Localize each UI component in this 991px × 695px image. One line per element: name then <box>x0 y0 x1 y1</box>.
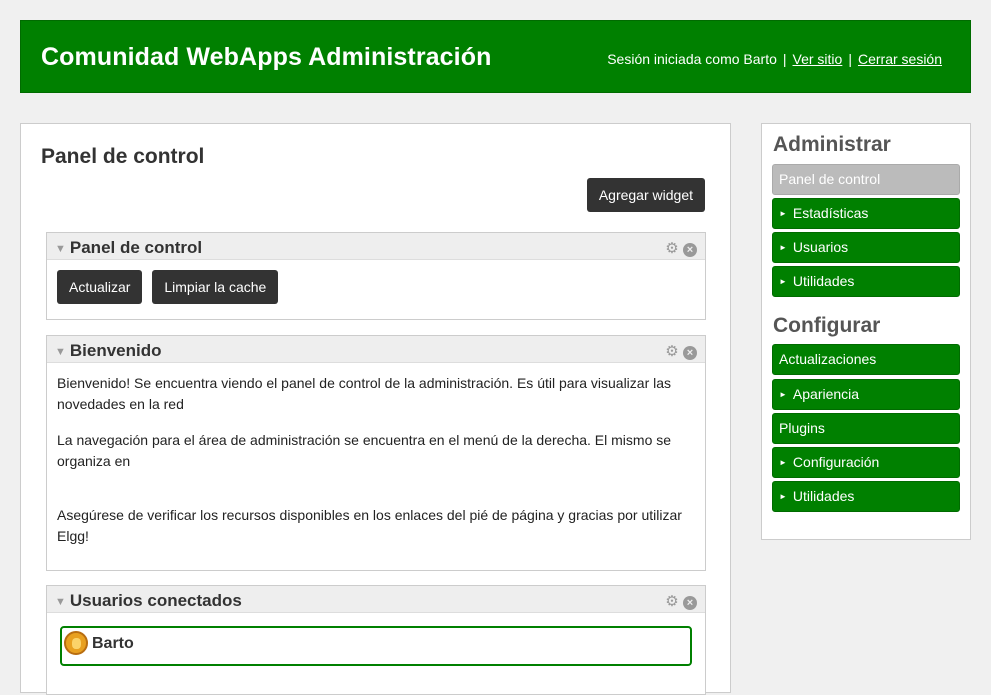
sidebar-item-utilities-config[interactable]: ► Utilidades <box>772 481 960 512</box>
expand-arrow-icon: ► <box>779 492 787 501</box>
expand-arrow-icon: ► <box>779 209 787 218</box>
sidebar-item-appearance[interactable]: ► Apariencia <box>772 379 960 410</box>
online-users-widget: ▼ Usuarios conectados ⚙ × Barto <box>46 585 706 695</box>
widget-title: ▼ Panel de control <box>55 238 202 258</box>
sidebar-item-label: Utilidades <box>792 488 855 504</box>
collapse-arrow-icon[interactable]: ▼ <box>55 243 66 255</box>
session-info: Sesión iniciada como Barto | Ver sitio | Cer… <box>607 51 942 67</box>
widget-header: ▼ Bienvenido ⚙ × <box>47 336 705 363</box>
admin-header: Comunidad WebApps Administración Sesión … <box>20 20 971 93</box>
configure-heading: Configurar <box>773 314 881 337</box>
welcome-widget: ▼ Bienvenido ⚙ × Bienvenido! Se encuentra … <box>46 335 706 571</box>
gear-icon[interactable]: ⚙ <box>665 241 679 256</box>
widget-title: ▼ Bienvenido <box>55 341 162 361</box>
sidebar-item-control-panel[interactable]: Panel de control <box>772 164 960 195</box>
page-title: Panel de control <box>41 145 205 168</box>
widget-body: Actualizar Limpiar la cache <box>47 260 705 314</box>
sidebar-item-label: Panel de control <box>779 171 881 187</box>
widget-header: ▼ Panel de control ⚙ × <box>47 233 705 260</box>
expand-arrow-icon: ► <box>779 390 787 399</box>
expand-arrow-icon: ► <box>779 243 787 252</box>
logout-link[interactable]: Cerrar sesión <box>858 51 942 67</box>
sidebar-item-updates[interactable]: Actualizaciones <box>772 344 960 375</box>
separator: | <box>848 51 852 67</box>
sidebar-item-statistics[interactable]: ► Estadísticas <box>772 198 960 229</box>
sidebar-item-utilities[interactable]: ► Utilidades <box>772 266 960 297</box>
widget-header: ▼ Usuarios conectados ⚙ × <box>47 586 705 613</box>
separator: | <box>782 51 787 67</box>
gear-icon[interactable]: ⚙ <box>665 594 679 609</box>
administer-heading: Administrar <box>773 133 891 156</box>
admin-sidebar: Administrar Panel de control ► Estadístic… <box>761 123 971 540</box>
sidebar-item-label: Estadísticas <box>792 205 869 221</box>
close-icon[interactable]: × <box>683 346 697 360</box>
add-widget-button[interactable]: Agregar widget <box>586 178 705 212</box>
welcome-paragraph: Asegúrese de verificar los recursos disp… <box>57 507 682 544</box>
sidebar-item-users[interactable]: ► Usuarios <box>772 232 960 263</box>
sidebar-item-configuration[interactable]: ► Configuración <box>772 447 960 478</box>
welcome-paragraph: Bienvenido! Se encuentra viendo el panel… <box>57 375 672 412</box>
widget-controls: ⚙ × <box>661 240 697 258</box>
site-title[interactable]: Comunidad WebApps Administración <box>41 43 491 72</box>
clear-cache-button[interactable]: Limpiar la cache <box>152 270 279 304</box>
expand-arrow-icon: ► <box>779 458 787 467</box>
gear-icon[interactable]: ⚙ <box>665 344 679 359</box>
widget-body: Bienvenido! Se encuentra viendo el panel… <box>47 363 705 572</box>
refresh-button[interactable]: Actualizar <box>57 270 143 304</box>
close-icon[interactable]: × <box>683 243 697 257</box>
widget-title: ▼ Usuarios conectados <box>55 591 242 611</box>
user-name[interactable]: Barto <box>92 633 134 654</box>
avatar[interactable] <box>64 631 88 655</box>
sidebar-item-label: Apariencia <box>792 386 860 402</box>
control-panel-widget: ▼ Panel de control ⚙ × Actualizar Limpiar … <box>46 232 706 320</box>
widget-controls: ⚙ × <box>661 593 697 611</box>
online-user[interactable]: Barto <box>60 626 692 666</box>
close-icon[interactable]: × <box>683 596 697 610</box>
sidebar-item-label: Configuración <box>792 454 880 470</box>
widget-body: Barto <box>47 613 705 676</box>
widget-title-text: Panel de control <box>69 238 203 257</box>
sidebar-item-label: Utilidades <box>792 273 855 289</box>
collapse-arrow-icon[interactable]: ▼ <box>55 346 66 358</box>
main-content: Panel de control Agregar widget ▼ Panel d… <box>20 123 731 695</box>
sidebar-item-label: Usuarios <box>792 239 849 255</box>
welcome-paragraph: La navegación para el área de administra… <box>57 432 672 469</box>
view-site-link[interactable]: Ver sitio <box>793 51 843 67</box>
sidebar-item-label: Actualizaciones <box>779 351 877 367</box>
widget-title-text: Usuarios conectados <box>69 591 242 610</box>
collapse-arrow-icon[interactable]: ▼ <box>55 596 66 608</box>
session-text: Sesión iniciada como Barto <box>607 51 777 67</box>
sidebar-item-label: Plugins <box>779 420 825 436</box>
widget-title-text: Bienvenido <box>69 341 162 360</box>
expand-arrow-icon: ► <box>779 277 787 286</box>
sidebar-item-plugins[interactable]: Plugins <box>772 413 960 444</box>
widget-controls: ⚙ × <box>661 343 697 361</box>
